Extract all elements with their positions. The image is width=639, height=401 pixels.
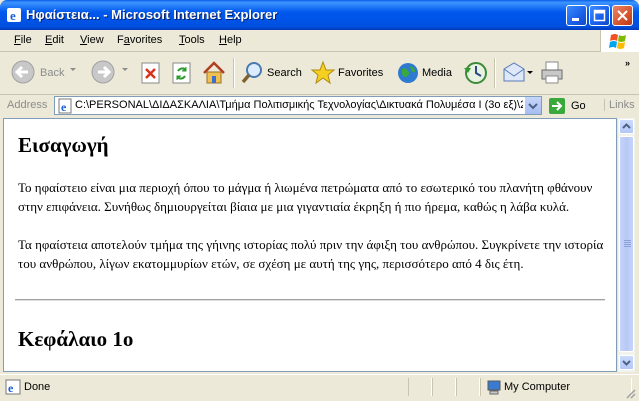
standard-toolbar: Back Search Favorites Media »: [0, 52, 639, 95]
heading-chapter-1: Κεφάλαιο 1ο: [18, 327, 134, 351]
print-button[interactable]: [538, 55, 566, 91]
favorites-star-icon: [310, 60, 336, 85]
printer-icon: [541, 61, 563, 84]
mail-dropdown-icon[interactable]: [527, 71, 533, 74]
paragraph-2: Τα ηφαίστεια αποτελούν τμήμα της γήινης …: [18, 237, 604, 271]
media-globe-icon: [398, 63, 418, 83]
status-panel: [432, 378, 456, 396]
toolbar-chevron-icon[interactable]: »: [625, 58, 630, 68]
ie-status-icon: e: [5, 379, 21, 395]
menu-view[interactable]: View: [80, 34, 104, 46]
stop-icon: [141, 62, 160, 84]
scroll-up-button[interactable]: [619, 119, 634, 134]
grip-line: [624, 244, 631, 245]
security-zone-label: My Computer: [504, 381, 571, 393]
page-icon: e: [58, 98, 72, 114]
address-bar: Address e C:\PERSONAL\ΔΙΔΑΣΚΑΛΙΑ\Τμήμα Π…: [0, 95, 639, 117]
address-label: Address: [7, 99, 48, 111]
home-button[interactable]: [200, 55, 228, 91]
menu-edit[interactable]: Edit: [45, 34, 64, 46]
title-bar[interactable]: e Ηφαίστεια... - Microsoft Internet Expl…: [0, 0, 639, 30]
search-icon: [241, 62, 262, 84]
refresh-icon: [172, 62, 191, 84]
links-button[interactable]: Links: [604, 99, 635, 111]
menu-file[interactable]: File: [14, 34, 32, 46]
mail-icon: [503, 62, 525, 82]
scroll-thumb[interactable]: [619, 136, 634, 352]
ie-window: e Ηφαίστεια... - Microsoft Internet Expl…: [0, 0, 639, 401]
refresh-button[interactable]: [170, 55, 194, 91]
minimize-button[interactable]: [566, 5, 587, 26]
ie-page-icon: e: [6, 7, 22, 23]
back-arrow-icon: [11, 60, 35, 84]
grip-line: [624, 242, 631, 243]
my-computer-icon: [487, 380, 501, 395]
windows-logo-icon: [600, 30, 639, 52]
menu-tools[interactable]: Tools: [179, 34, 205, 46]
svg-text:e: e: [61, 100, 67, 114]
back-button[interactable]: Back: [8, 55, 78, 91]
chevron-down-icon: [622, 360, 631, 366]
heading-introduction: Εισαγωγή: [18, 133, 109, 157]
toolbar-separator: [233, 58, 235, 88]
maximize-button[interactable]: [589, 5, 610, 26]
history-button[interactable]: [461, 55, 489, 91]
grip-line: [624, 240, 631, 241]
address-dropdown-button[interactable]: [524, 97, 541, 114]
back-dropdown-icon[interactable]: [70, 68, 76, 71]
go-arrow-icon: [549, 98, 565, 114]
toolbar-separator: [494, 58, 496, 88]
history-icon: [464, 62, 487, 84]
chevron-down-icon: [528, 103, 538, 110]
close-button[interactable]: [612, 5, 633, 26]
vertical-scrollbar[interactable]: [617, 118, 635, 372]
status-bar: e Done My Computer: [0, 374, 639, 401]
menu-favorites[interactable]: Favorites: [117, 34, 162, 46]
forward-button[interactable]: [88, 55, 130, 91]
svg-text:e: e: [10, 8, 16, 23]
address-input[interactable]: e C:\PERSONAL\ΔΙΔΑΣΚΑΛΙΑ\Τμήμα Πολιτισμι…: [54, 96, 542, 115]
status-panel: [408, 378, 432, 396]
go-label: Go: [571, 100, 586, 112]
page-content: Εισαγωγή Το ηφαίστειο είναι μια περιοχή …: [3, 118, 617, 372]
svg-text:e: e: [8, 381, 14, 395]
media-button[interactable]: Media: [394, 55, 452, 91]
status-panel: [456, 378, 480, 396]
address-value: C:\PERSONAL\ΔΙΔΑΣΚΑΛΙΑ\Τμήμα Πολιτισμική…: [75, 99, 523, 111]
scroll-down-button[interactable]: [619, 355, 634, 370]
horizontal-rule: [15, 299, 605, 301]
home-icon: [203, 61, 225, 84]
window-title: Ηφαίστεια... - Microsoft Internet Explor…: [26, 7, 278, 22]
forward-dropdown-icon[interactable]: [122, 68, 128, 71]
forward-arrow-icon: [91, 60, 115, 84]
grip-line: [624, 246, 631, 247]
go-button[interactable]: Go: [548, 97, 588, 115]
search-button[interactable]: Search: [238, 55, 304, 91]
favorites-button[interactable]: Favorites: [309, 55, 389, 91]
menu-help[interactable]: Help: [219, 34, 242, 46]
stop-button[interactable]: [139, 55, 163, 91]
chevron-up-icon: [622, 123, 631, 129]
status-text: Done: [24, 381, 51, 393]
mail-button[interactable]: [500, 55, 534, 91]
menu-bar: File Edit View Favorites Tools Help: [0, 30, 639, 52]
resize-grip-icon[interactable]: [624, 387, 636, 399]
paragraph-1: Το ηφαίστειο είναι μια περιοχή όπου το μ…: [18, 180, 593, 214]
